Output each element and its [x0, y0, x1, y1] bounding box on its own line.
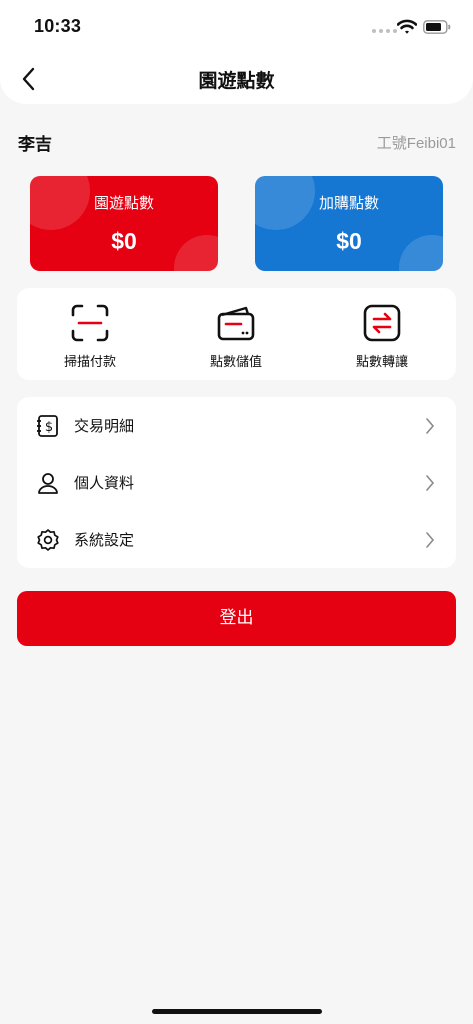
menu-label-transactions: 交易明細: [74, 417, 135, 435]
chevron-right-icon: [426, 532, 435, 548]
menu-label-settings: 系統設定: [74, 531, 135, 549]
scan-pay-label: 掃描付款: [63, 355, 116, 370]
wifi-icon: [397, 19, 417, 34]
user-icon: [38, 473, 58, 494]
nav-bar: 園遊點數: [0, 54, 473, 104]
park-points-value: $0: [111, 228, 137, 254]
status-time: 10:33: [34, 16, 82, 36]
status-bar: 10:33: [0, 0, 473, 54]
scan-icon: [71, 304, 109, 342]
wallet-icon: [217, 306, 255, 341]
menu-item-settings[interactable]: 系統設定: [17, 511, 456, 568]
addon-points-card[interactable]: 加購點數 $0: [255, 176, 443, 271]
chevron-right-icon: [426, 418, 435, 434]
chevron-right-icon: [426, 475, 435, 491]
home-indicator[interactable]: [152, 1009, 322, 1014]
menu-item-profile[interactable]: 個人資料: [17, 454, 456, 511]
park-points-label: 園遊點數: [93, 194, 154, 212]
page-title: 園遊點數: [198, 70, 275, 92]
addon-points-label: 加購點數: [318, 194, 379, 212]
quick-actions: 掃描付款 點數儲值 點數轉讓: [17, 288, 456, 380]
top-up-label: 點數儲值: [209, 355, 262, 370]
menu-item-transactions[interactable]: $ 交易明細: [17, 397, 456, 454]
menu-label-profile: 個人資料: [74, 474, 135, 492]
battery-icon: [423, 20, 451, 34]
header: 10:33 園遊點數: [0, 0, 473, 104]
transfer-button[interactable]: 點數轉讓: [309, 288, 455, 380]
svg-text:$: $: [45, 420, 53, 435]
logout-button[interactable]: 登出: [17, 591, 456, 646]
park-points-card[interactable]: 園遊點數 $0: [30, 176, 218, 271]
addon-points-value: $0: [336, 228, 362, 254]
top-up-button[interactable]: 點數儲值: [163, 288, 309, 380]
employee-id: 工號Feibi01: [376, 135, 456, 152]
user-info: 李吉 工號Feibi01: [18, 130, 456, 155]
transfer-icon: [363, 304, 401, 342]
settings-icon: [37, 529, 59, 551]
transfer-label: 點數轉讓: [355, 355, 408, 370]
receipt-icon: $: [37, 415, 58, 437]
cellular-signal-icon: [372, 29, 397, 33]
user-name: 李吉: [18, 135, 52, 155]
menu-list: $ 交易明細 個人資料 系統設定: [17, 397, 456, 568]
scan-pay-button[interactable]: 掃描付款: [17, 288, 163, 380]
